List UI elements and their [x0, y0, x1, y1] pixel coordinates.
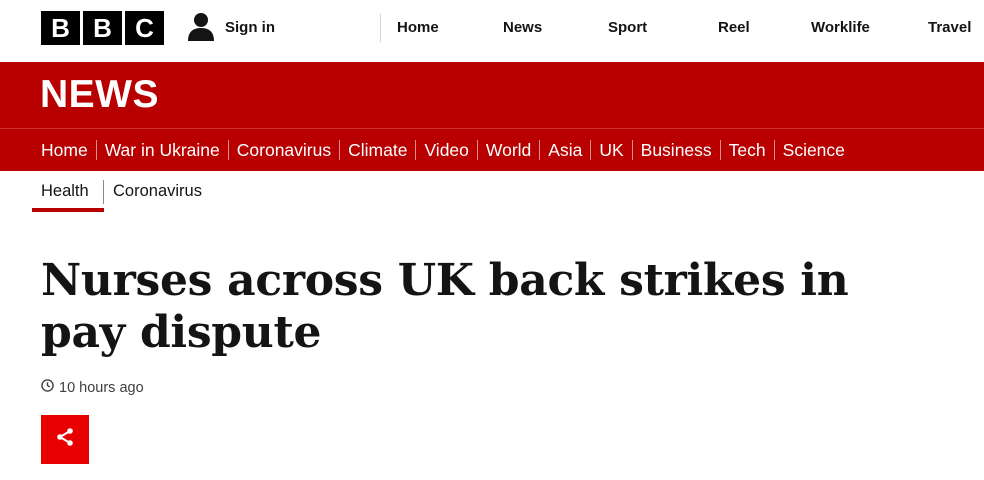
section-nav-label: UK	[599, 139, 624, 160]
sub-nav-divider	[103, 180, 104, 204]
section-nav-item-coronavirus[interactable]: Coronavirus	[229, 140, 339, 161]
section-nav-label: Science	[782, 139, 845, 160]
section-nav-item-asia[interactable]: Asia	[540, 140, 590, 161]
section-nav-label: Business	[640, 139, 712, 160]
sub-nav-item-coronavirus[interactable]: Coronavirus	[113, 182, 202, 201]
news-title[interactable]: NEWS	[40, 73, 159, 117]
section-nav-label: Home	[41, 139, 88, 160]
top-nav-news[interactable]: News	[503, 19, 542, 36]
section-nav-label: War in Ukraine	[104, 139, 220, 160]
section-nav-label: Coronavirus	[236, 139, 332, 160]
top-nav-home[interactable]: Home	[397, 19, 439, 36]
share-icon	[55, 427, 75, 452]
section-nav-item-uk[interactable]: UK	[591, 140, 631, 161]
section-nav-item-science[interactable]: Science	[775, 140, 853, 161]
person-icon	[187, 12, 215, 42]
section-nav-item-video[interactable]: Video	[416, 140, 476, 161]
top-nav-worklife[interactable]: Worklife	[811, 19, 870, 36]
section-nav-item-home[interactable]: Home	[40, 140, 96, 161]
section-nav-item-climate[interactable]: Climate	[340, 140, 415, 161]
section-nav-item-war-in-ukraine[interactable]: War in Ukraine	[97, 140, 228, 161]
bbc-logo-c: C	[125, 11, 164, 45]
sub-nav: Health Coronavirus	[0, 171, 984, 213]
article-timestamp: 10 hours ago	[41, 379, 144, 396]
sub-nav-item-health[interactable]: Health	[41, 182, 89, 201]
article-headline: Nurses across UK back strikes in pay dis…	[41, 255, 849, 358]
news-banner: NEWS	[0, 62, 984, 128]
bbc-logo[interactable]: B B C	[41, 11, 164, 45]
section-nav-label: World	[485, 139, 532, 160]
section-nav-item-business[interactable]: Business	[633, 140, 720, 161]
top-nav-reel[interactable]: Reel	[718, 19, 750, 36]
top-nav: Home News Sport Reel Worklife Travel	[380, 14, 971, 42]
timestamp-text: 10 hours ago	[59, 379, 144, 396]
section-nav-item-tech[interactable]: Tech	[721, 140, 774, 161]
share-button[interactable]	[41, 415, 89, 464]
section-nav-label: Video	[424, 139, 469, 160]
signin-label: Sign in	[225, 18, 275, 36]
section-nav-item-world[interactable]: World	[478, 140, 539, 161]
clock-icon	[41, 379, 54, 396]
section-nav-label: Tech	[728, 139, 766, 160]
bbc-logo-b1: B	[41, 11, 80, 45]
section-nav-list: Home War in Ukraine Coronavirus Climate …	[40, 129, 853, 171]
section-nav-label: Climate	[348, 139, 408, 160]
signin-link[interactable]: Sign in	[187, 12, 275, 42]
bbc-masthead: B B C Sign in Home News Sport Reel Workl…	[0, 0, 984, 62]
bbc-logo-b2: B	[83, 11, 122, 45]
section-nav: Home War in Ukraine Coronavirus Climate …	[0, 128, 984, 171]
sub-nav-active-indicator	[32, 208, 104, 212]
top-nav-travel[interactable]: Travel	[928, 19, 971, 36]
top-nav-sport[interactable]: Sport	[608, 19, 647, 36]
section-nav-label: Asia	[548, 139, 583, 160]
